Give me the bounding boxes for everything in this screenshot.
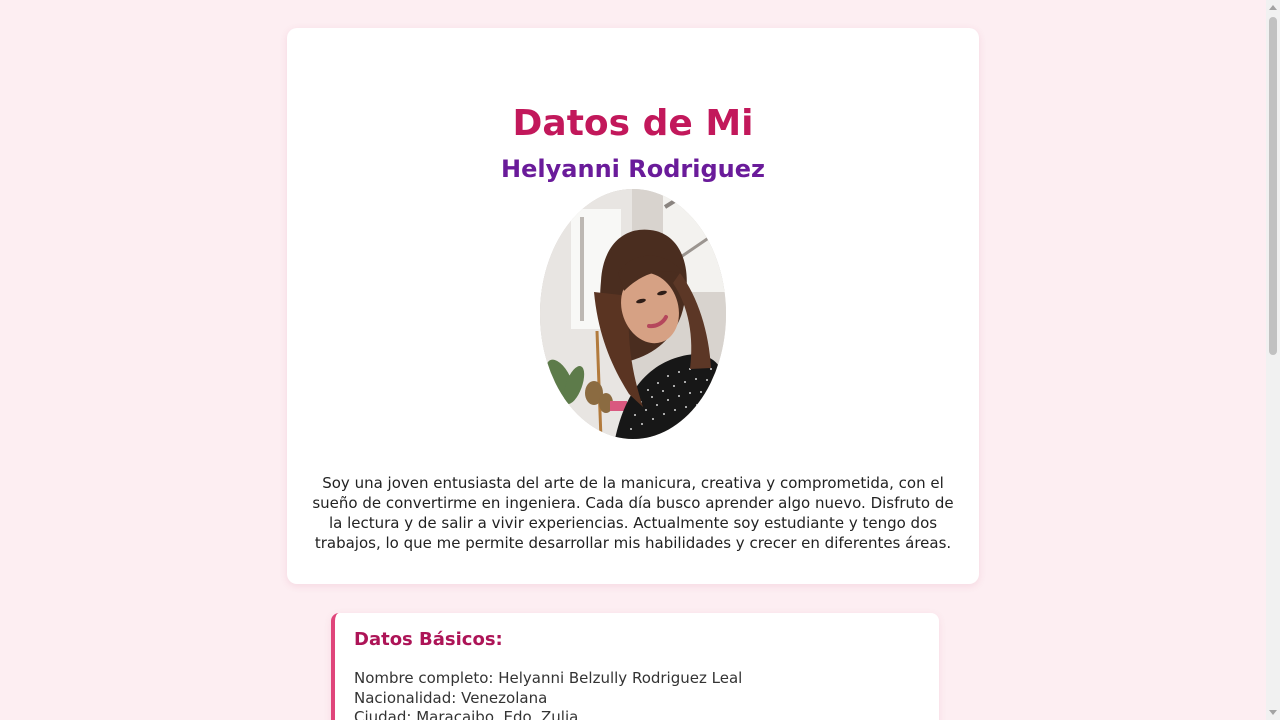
profile-bio: Soy una joven entusiasta del arte de la …: [312, 474, 954, 552]
scrollbar-thumb[interactable]: [1269, 17, 1277, 355]
browser-viewport: Datos de Mi Helyanni Rodriguez Soy una j…: [0, 0, 1280, 720]
profile-photo: [540, 189, 726, 439]
page-title: Datos de Mi: [512, 103, 754, 144]
basic-info-full-name: Nombre completo: Helyanni Belzully Rodri…: [354, 669, 743, 687]
basic-info-nationality: Nacionalidad: Venezolana: [354, 689, 548, 707]
scroll-down-arrow-icon[interactable]: [1269, 710, 1277, 715]
scroll-up-arrow-icon[interactable]: [1269, 5, 1277, 10]
basic-info-title: Datos Básicos:: [354, 629, 503, 650]
page-content: Datos de Mi Helyanni Rodriguez Soy una j…: [0, 0, 1266, 720]
profile-card: Datos de Mi Helyanni Rodriguez Soy una j…: [287, 28, 979, 584]
profile-name: Helyanni Rodriguez: [501, 155, 765, 183]
basic-info-card: Datos Básicos: Nombre completo: Helyanni…: [331, 613, 939, 720]
vertical-scrollbar[interactable]: [1266, 0, 1280, 720]
basic-info-city: Ciudad: Maracaibo, Edo. Zulia: [354, 708, 579, 720]
